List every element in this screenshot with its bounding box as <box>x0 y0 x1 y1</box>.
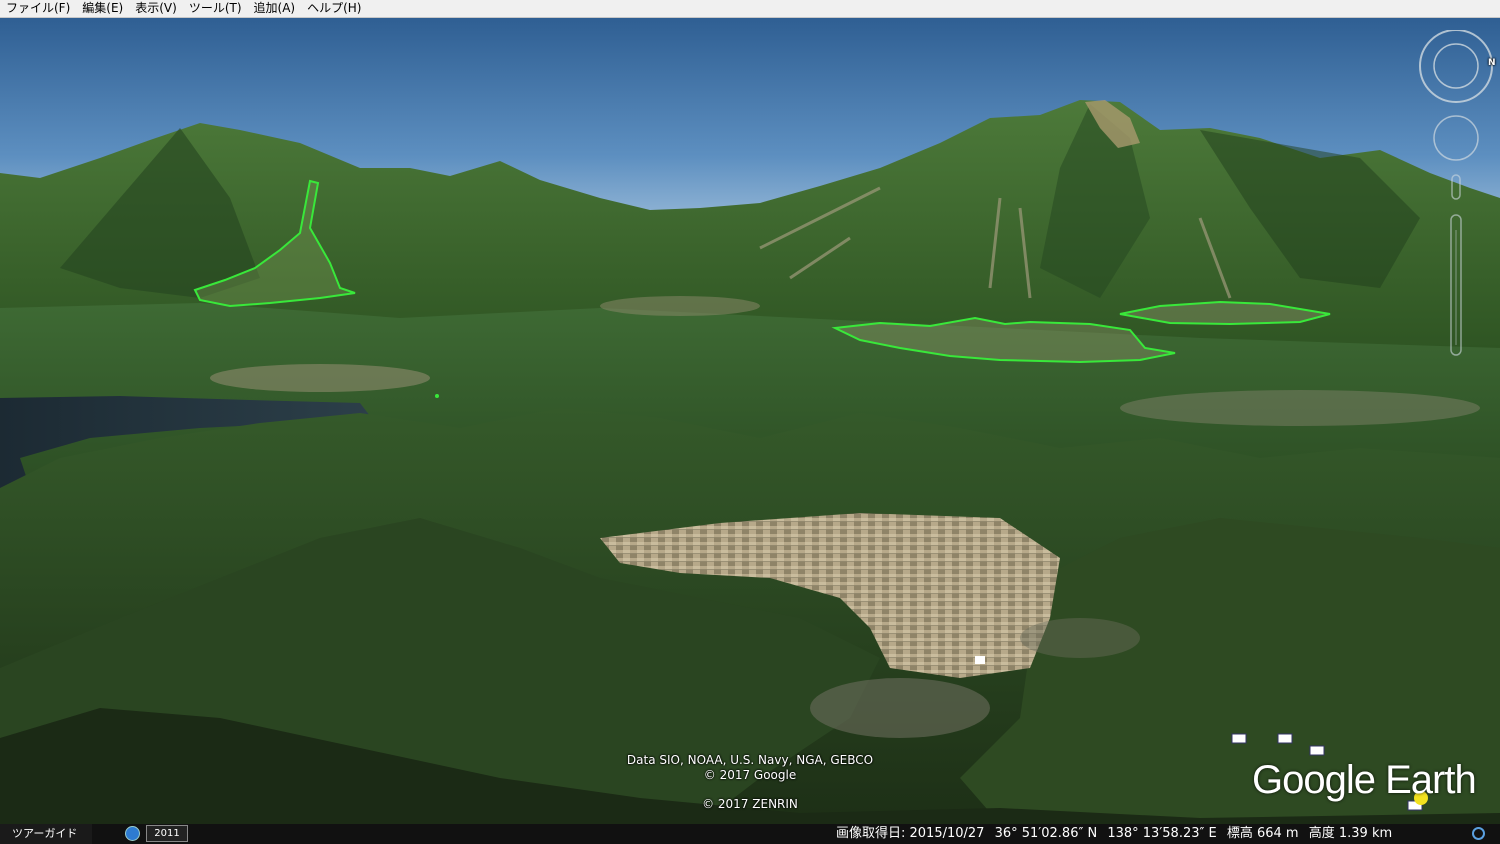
tour-guide-button[interactable]: ツアーガイド <box>0 824 92 844</box>
map-viewport[interactable]: N Data SIO, NOAA, U.S. Navy, NGA, GEBCO … <box>0 18 1500 824</box>
latitude: 36° 51′02.86″ N <box>994 826 1098 841</box>
town-area <box>600 296 760 316</box>
terrain-view <box>0 18 1500 824</box>
navigation-controls <box>1419 30 1493 356</box>
google-earth-logo: Google Earth <box>1252 758 1477 802</box>
streaming-status-icon <box>1472 827 1485 840</box>
data-attribution: Data SIO, NOAA, U.S. Navy, NGA, GEBCO <box>626 753 874 767</box>
menu-help[interactable]: ヘルプ(H) <box>301 0 367 17</box>
elevation: 標高 664 m <box>1226 826 1299 841</box>
menu-edit[interactable]: 編集(E) <box>76 0 129 17</box>
menu-bar: ファイル(F) 編集(E) 表示(V) ツール(T) 追加(A) ヘルプ(H) <box>0 0 1500 18</box>
imagery-date: 画像取得日: 2015/10/27 <box>836 826 985 841</box>
town-area <box>1120 390 1480 426</box>
compass-north-label: N <box>1488 58 1496 68</box>
village <box>1020 618 1140 658</box>
longitude: 138° 13′58.23″ E <box>1107 826 1217 841</box>
placemark-icon <box>435 394 439 398</box>
status-info: 画像取得日: 2015/10/27 36° 51′02.86″ N 138° 1… <box>836 824 1398 844</box>
menu-view[interactable]: 表示(V) <box>129 0 183 17</box>
zoom-slider-icon[interactable] <box>1450 214 1462 356</box>
google-copyright: © 2017 Google <box>703 768 797 782</box>
compass-icon[interactable] <box>1419 30 1493 103</box>
look-joystick-icon[interactable] <box>1433 115 1479 161</box>
village <box>810 678 990 738</box>
zenrin-copyright: © 2017 ZENRIN <box>702 797 798 811</box>
altitude: 高度 1.39 km <box>1308 826 1393 841</box>
menu-add[interactable]: 追加(A) <box>248 0 302 17</box>
historical-imagery-clock-icon[interactable] <box>125 826 140 841</box>
year-selector[interactable]: 2011 <box>146 825 188 842</box>
town-area <box>210 364 430 392</box>
menu-file[interactable]: ファイル(F) <box>0 0 76 17</box>
pegman-icon[interactable] <box>1451 174 1461 200</box>
landmark-icon <box>975 656 985 664</box>
status-bar: ツアーガイド 2011 画像取得日: 2015/10/27 36° 51′02.… <box>0 824 1500 844</box>
menu-tools[interactable]: ツール(T) <box>183 0 248 17</box>
